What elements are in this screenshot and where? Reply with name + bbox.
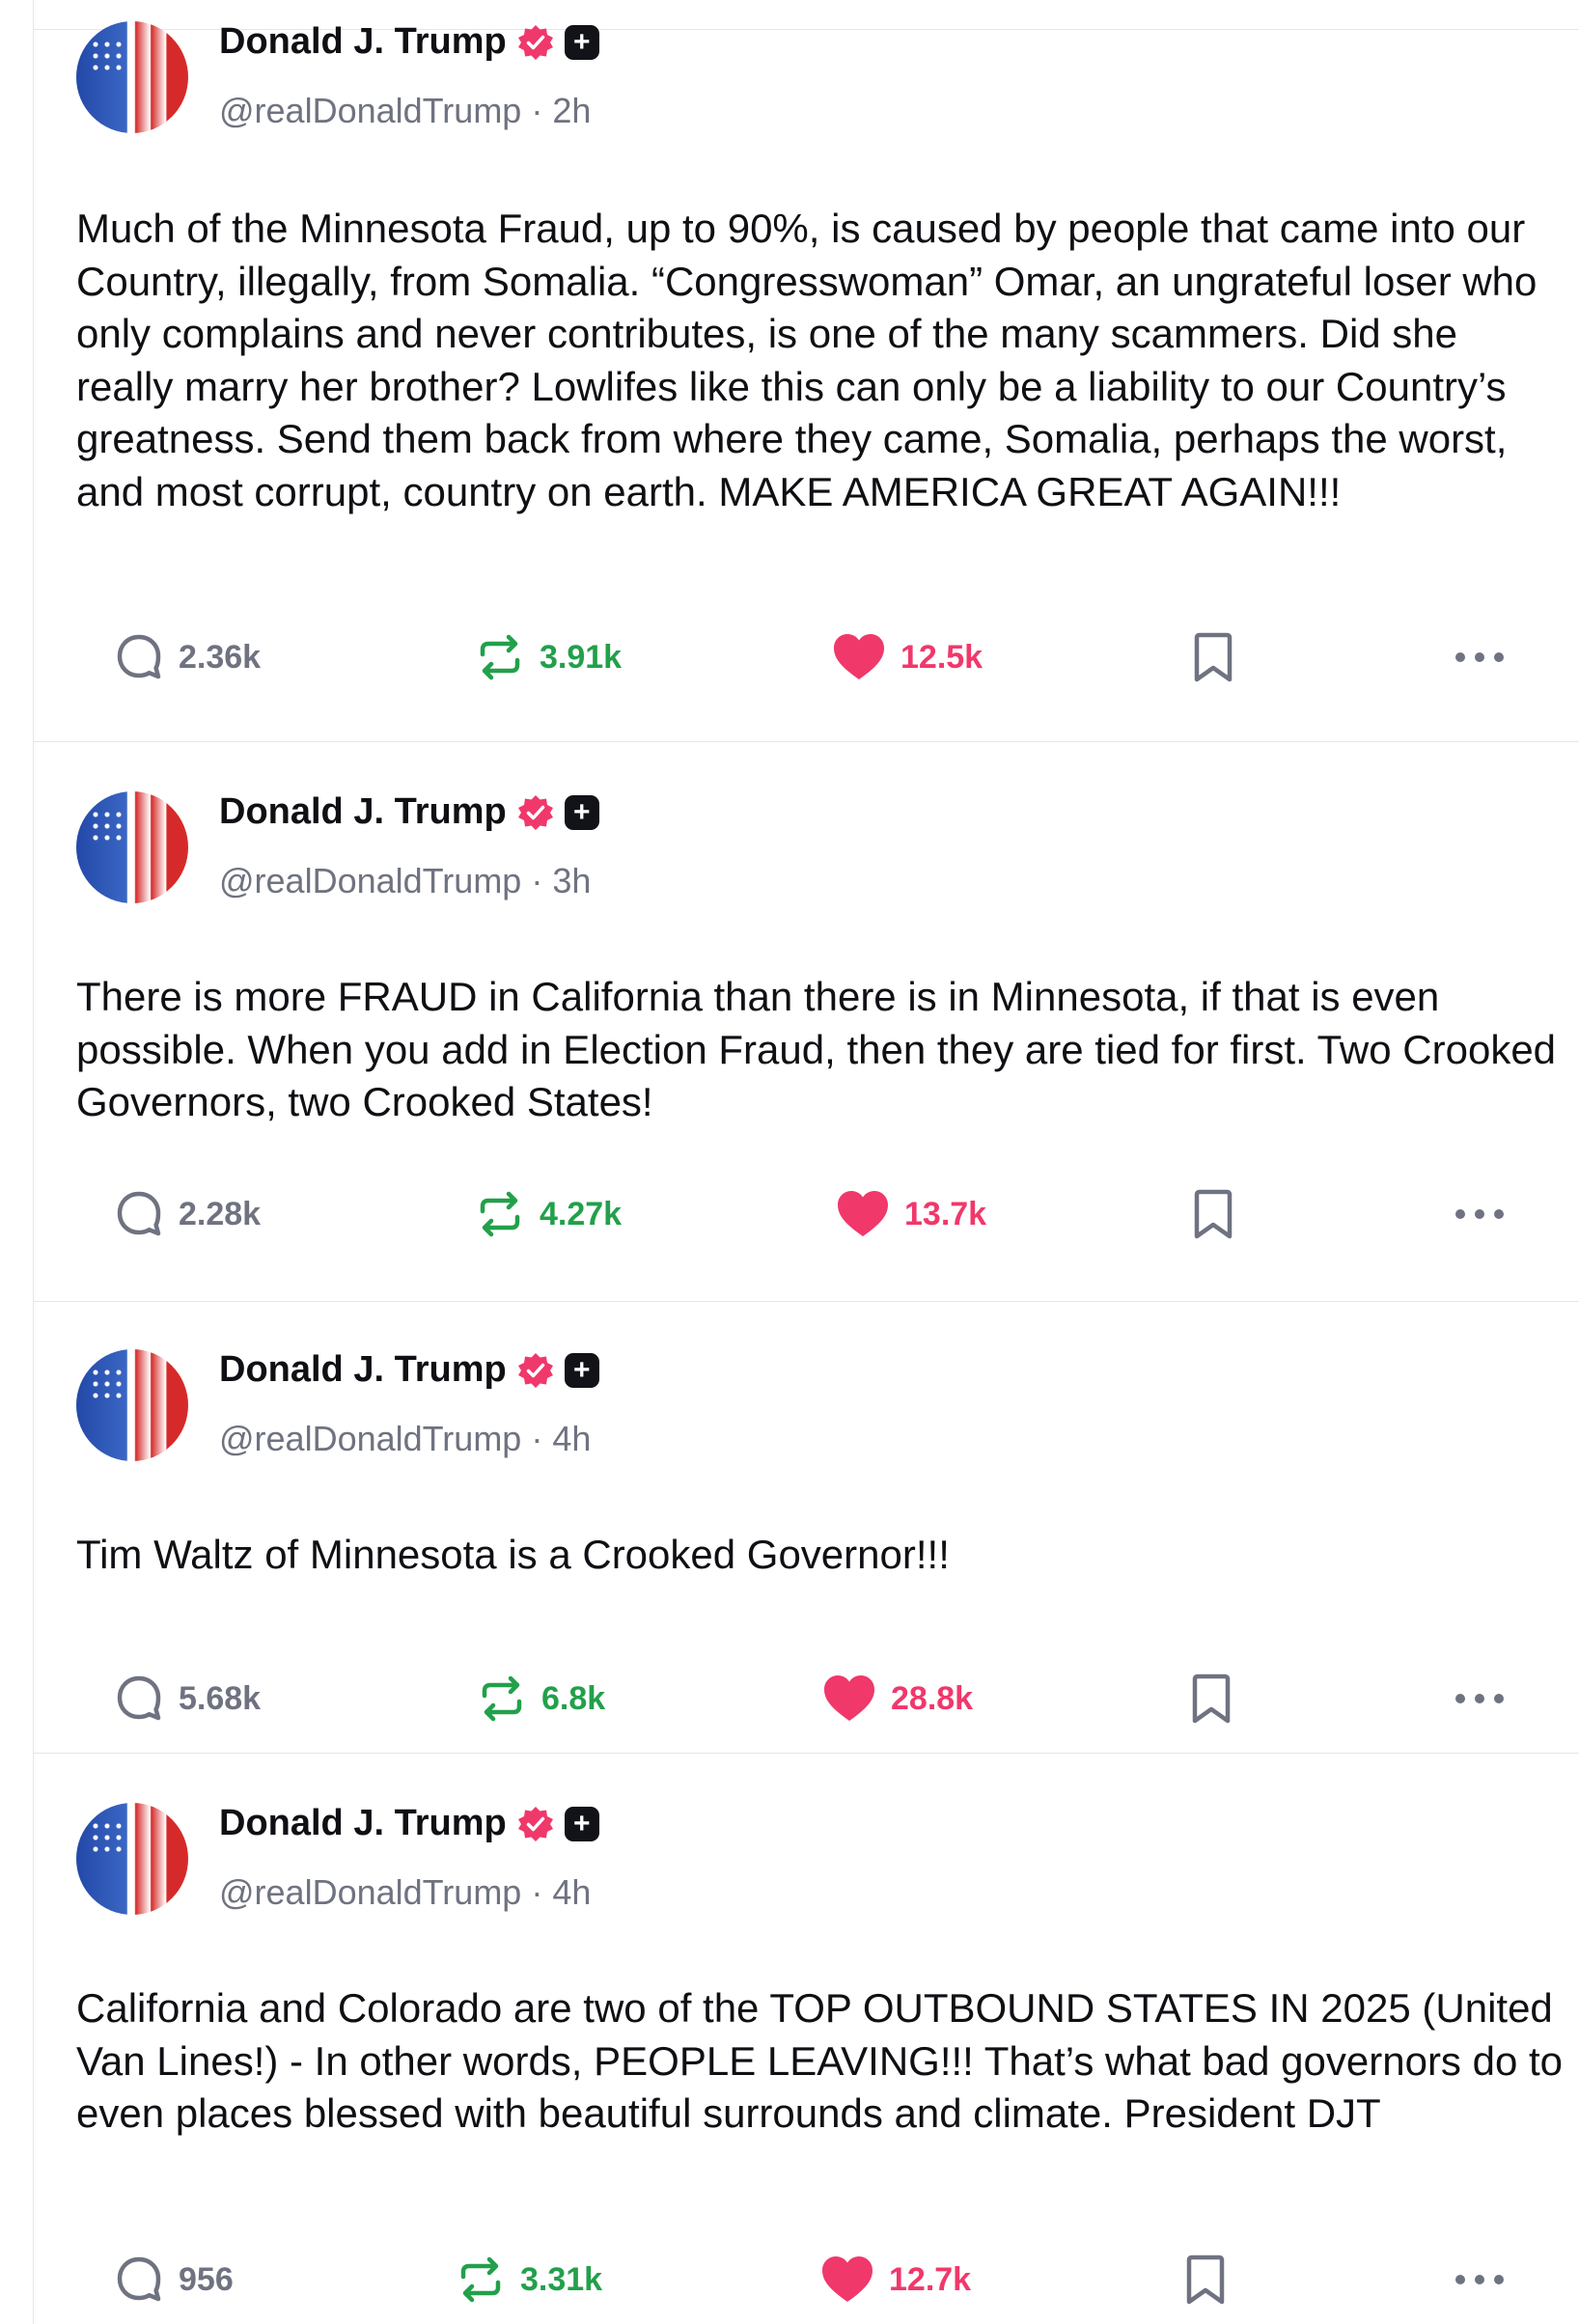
verified-badge-icon [516, 23, 555, 62]
heart-icon [819, 2254, 875, 2306]
repost-button[interactable]: 4.27k [474, 1183, 622, 1245]
author-name[interactable]: Donald J. Trump [219, 21, 507, 63]
bookmark-icon [1192, 630, 1234, 684]
post-actions: 2.28k 4.27k 13.7k [34, 1183, 1579, 1245]
reply-count: 5.68k [179, 1679, 262, 1717]
plus-badge-icon: + [564, 24, 599, 60]
author-name[interactable]: Donald J. Trump [219, 1803, 507, 1844]
more-options-button[interactable] [1453, 1183, 1507, 1245]
avatar[interactable] [76, 791, 188, 903]
like-button[interactable]: 28.8k [821, 1668, 973, 1729]
reply-button[interactable]: 5.68k [113, 1668, 261, 1729]
verified-badge-icon [516, 1805, 555, 1843]
more-options-button[interactable] [1453, 626, 1507, 688]
handle-timestamp: @realDonaldTrump · 2h [219, 91, 592, 130]
like-button[interactable]: 12.7k [819, 2249, 971, 2310]
bookmark-icon [1192, 1187, 1234, 1241]
author-row: Donald J. Trump + [219, 791, 599, 833]
heart-icon [831, 631, 887, 683]
post-card[interactable]: Donald J. Trump + @realDonaldTrump · 4h … [34, 1301, 1579, 1754]
handle-timestamp: @realDonaldTrump · 3h [219, 861, 592, 900]
post-card[interactable]: Donald J. Trump + @realDonaldTrump · 2h … [34, 0, 1579, 742]
bookmark-button[interactable] [1192, 626, 1234, 688]
more-horizontal-icon [1453, 648, 1507, 667]
more-options-button[interactable] [1453, 2249, 1507, 2310]
heart-icon [821, 1673, 877, 1725]
author-name[interactable]: Donald J. Trump [219, 1349, 507, 1391]
more-horizontal-icon [1453, 1689, 1507, 1708]
repost-count: 3.91k [540, 638, 623, 676]
post-text: Tim Waltz of Minnesota is a Crooked Gove… [76, 1532, 950, 1577]
post-text: California and Colorado are two of the T… [76, 1985, 1564, 2136]
post-text: There is more FRAUD in California than t… [76, 974, 1557, 1124]
reply-icon [113, 1673, 165, 1725]
more-horizontal-icon [1453, 1204, 1507, 1224]
like-button[interactable]: 12.5k [831, 626, 983, 688]
plus-badge-icon: + [564, 1806, 599, 1841]
author-row: Donald J. Trump + [219, 1349, 599, 1391]
post-actions: 2.36k 3.91k 12.5k [34, 626, 1579, 688]
like-button[interactable]: 13.7k [835, 1183, 986, 1245]
repost-icon [455, 2254, 507, 2306]
post-feed: Donald J. Trump + @realDonaldTrump · 2h … [33, 0, 1579, 2324]
heart-icon [835, 1188, 891, 1240]
post-card[interactable]: Donald J. Trump + @realDonaldTrump · 3h … [34, 741, 1579, 1302]
more-options-button[interactable] [1453, 1668, 1507, 1729]
repost-icon [476, 1673, 528, 1725]
reply-button[interactable]: 2.28k [113, 1183, 261, 1245]
bookmark-icon [1190, 1672, 1233, 1726]
reply-icon [113, 2254, 165, 2306]
reply-icon [113, 1188, 165, 1240]
author-name[interactable]: Donald J. Trump [219, 791, 507, 833]
repost-icon [474, 1188, 526, 1240]
bookmark-button[interactable] [1184, 2249, 1227, 2310]
author-row: Donald J. Trump + [219, 21, 599, 63]
like-count: 12.7k [889, 2260, 972, 2298]
bookmark-button[interactable] [1192, 1183, 1234, 1245]
author-row: Donald J. Trump + [219, 1803, 599, 1844]
post-actions: 5.68k 6.8k 28.8k [34, 1668, 1579, 1729]
reply-button[interactable]: 956 [113, 2249, 234, 2310]
repost-count: 4.27k [540, 1195, 623, 1232]
repost-count: 3.31k [520, 2260, 603, 2298]
plus-badge-icon: + [564, 1352, 599, 1388]
verified-badge-icon [516, 1351, 555, 1390]
repost-button[interactable]: 6.8k [476, 1668, 605, 1729]
repost-icon [474, 631, 526, 683]
reply-count: 2.36k [179, 638, 262, 676]
like-count: 13.7k [904, 1195, 987, 1232]
bookmark-icon [1184, 2253, 1227, 2307]
handle-timestamp: @realDonaldTrump · 4h [219, 1419, 592, 1458]
verified-badge-icon [516, 793, 555, 832]
plus-badge-icon: + [564, 794, 599, 830]
repost-button[interactable]: 3.91k [474, 626, 622, 688]
avatar[interactable] [76, 1803, 188, 1915]
handle-timestamp: @realDonaldTrump · 4h [219, 1872, 592, 1912]
repost-count: 6.8k [541, 1679, 606, 1717]
reply-icon [113, 631, 165, 683]
avatar[interactable] [76, 21, 188, 133]
avatar[interactable] [76, 1349, 188, 1461]
post-card[interactable]: Donald J. Trump + @realDonaldTrump · 4h … [34, 1753, 1579, 2324]
bookmark-button[interactable] [1190, 1668, 1233, 1729]
reply-count: 956 [179, 2260, 234, 2298]
reply-count: 2.28k [179, 1195, 262, 1232]
post-text: Much of the Minnesota Fraud, up to 90%, … [76, 206, 1537, 514]
like-count: 28.8k [891, 1679, 974, 1717]
reply-button[interactable]: 2.36k [113, 626, 261, 688]
post-actions: 956 3.31k 12.7k [34, 2249, 1579, 2310]
more-horizontal-icon [1453, 2270, 1507, 2289]
repost-button[interactable]: 3.31k [455, 2249, 602, 2310]
like-count: 12.5k [900, 638, 983, 676]
